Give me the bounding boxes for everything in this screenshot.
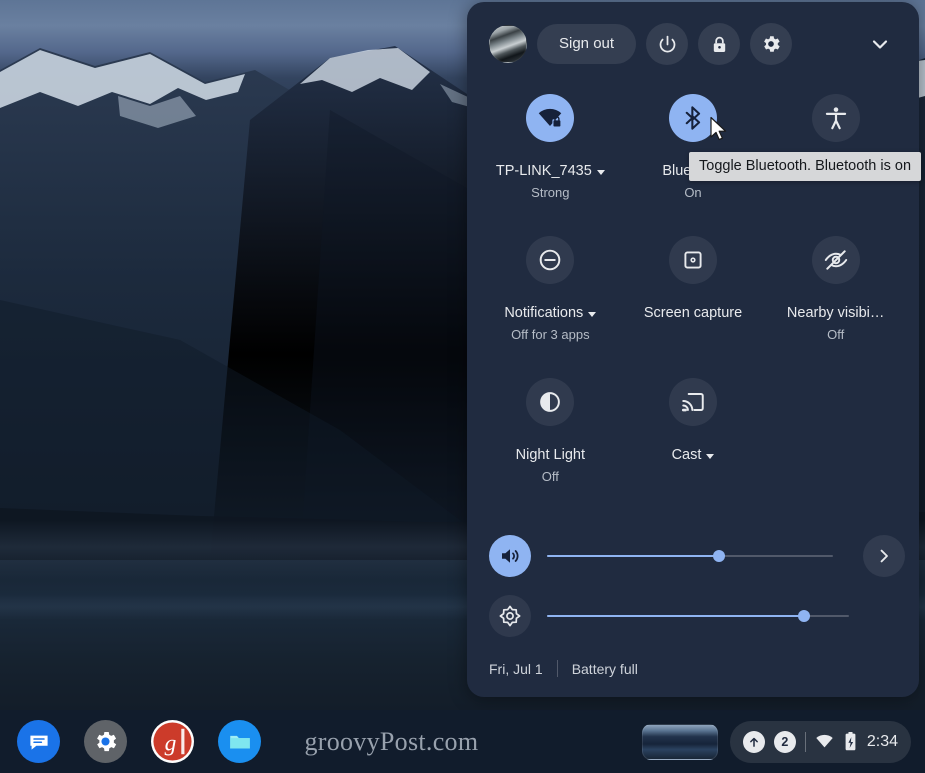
volume-slider-row — [489, 526, 905, 586]
lock-icon — [713, 36, 725, 52]
tile-screen-capture-icon-bg — [668, 236, 717, 284]
notification-count-badge[interactable]: 2 — [773, 730, 796, 753]
tile-screen-capture[interactable]: Screen capture — [622, 230, 765, 362]
groovypost-logo-icon: g — [153, 722, 192, 761]
tile-night-light-label: Night Light — [515, 447, 585, 463]
volume-slider-fill — [547, 555, 719, 557]
quick-settings-header: Sign out — [467, 2, 919, 86]
arrow-up-icon — [749, 737, 758, 747]
tile-notifications-label: Notifications — [504, 305, 584, 321]
lock-screen-button[interactable] — [698, 23, 741, 65]
tile-nearby-icon-bg — [811, 236, 860, 284]
site-watermark: groovyPost.com — [304, 726, 479, 756]
window-preview-thumbnail[interactable] — [641, 723, 718, 760]
files-app-icon[interactable] — [218, 720, 261, 763]
tile-bluetooth-sub: On — [684, 185, 702, 200]
tile-network-label-row: TP-LINK_7435 — [496, 162, 605, 181]
shelf-app-list: g — [0, 720, 261, 763]
audio-settings-button[interactable] — [863, 535, 905, 577]
settings-button[interactable] — [750, 23, 793, 65]
folder-icon — [229, 735, 250, 748]
quick-settings-panel: Sign out TP-LINK_7435 Strong On Notifica… — [467, 2, 922, 697]
collapse-panel-button[interactable] — [859, 23, 901, 65]
tile-notifications[interactable]: Notifications Off for 3 apps — [479, 230, 622, 362]
tile-network-sub: Strong — [531, 185, 570, 200]
battery-charging-icon[interactable] — [843, 731, 858, 752]
tray-divider — [804, 731, 806, 752]
do-not-disturb-icon — [540, 249, 561, 271]
chevron-right-icon — [880, 549, 888, 563]
bluetooth-icon — [685, 106, 701, 130]
tile-night-light-icon-bg — [526, 378, 575, 426]
volume-slider-knob[interactable] — [712, 550, 725, 562]
gear-icon — [764, 36, 780, 52]
chevron-down-icon — [872, 40, 888, 49]
messages-icon — [29, 735, 48, 750]
tile-network[interactable]: TP-LINK_7435 Strong — [479, 88, 622, 220]
shelf-right-area: 2 2:34 — [641, 720, 925, 763]
quick-settings-tiles: TP-LINK_7435 Strong Bluetooth On — [467, 86, 919, 504]
sign-out-button[interactable]: Sign out — [537, 24, 637, 64]
tile-notifications-label-row: Notifications — [504, 304, 597, 323]
power-icon — [659, 35, 675, 52]
status-tray[interactable]: 2 2:34 — [729, 720, 911, 763]
volume-mute-button[interactable] — [489, 535, 531, 577]
wifi-locked-icon — [539, 108, 562, 128]
mouse-cursor — [710, 116, 727, 141]
slider-section — [467, 504, 919, 646]
volume-up-icon — [502, 549, 519, 563]
arrow-up-circle-icon[interactable] — [742, 730, 765, 753]
tile-notifications-sub: Off for 3 apps — [511, 327, 590, 342]
tile-night-light-label-row: Night Light — [516, 446, 585, 465]
avatar[interactable] — [489, 25, 527, 63]
quick-settings-footer: Fri, Jul 1 Battery full — [467, 646, 919, 677]
footer-divider — [556, 660, 558, 677]
wifi-icon[interactable] — [815, 732, 834, 751]
brightness-icon — [499, 605, 521, 627]
tile-accessibility-icon-bg — [811, 94, 860, 142]
groovypost-app-icon[interactable]: g — [151, 720, 194, 763]
tile-nearby-label-row: Nearby visibi… — [787, 304, 885, 323]
tile-night-light[interactable]: Night Light Off — [479, 372, 622, 504]
brightness-slider-knob[interactable] — [797, 610, 810, 622]
tile-cast-icon-bg — [668, 378, 717, 426]
tile-notifications-icon-bg — [526, 236, 575, 284]
tile-network-icon-bg — [526, 94, 575, 142]
tile-nearby-label: Nearby visibi… — [786, 305, 885, 321]
settings-app-icon[interactable] — [84, 720, 127, 763]
night-light-icon — [540, 392, 561, 412]
brightness-button[interactable] — [489, 595, 531, 637]
brightness-slider[interactable] — [547, 609, 849, 623]
date-label[interactable]: Fri, Jul 1 — [489, 661, 543, 677]
battery-status-label[interactable]: Battery full — [572, 661, 638, 677]
tile-night-light-sub: Off — [541, 469, 559, 484]
clock-label[interactable]: 2:34 — [867, 733, 898, 751]
accessibility-icon — [825, 107, 846, 130]
svg-text:g: g — [165, 730, 177, 756]
chevron-down-icon[interactable] — [706, 454, 715, 459]
chevron-down-icon[interactable] — [596, 170, 605, 175]
gear-icon — [97, 731, 117, 752]
eye-off-icon — [824, 250, 847, 270]
tile-screen-capture-label: Screen capture — [643, 305, 743, 321]
tile-cast-label-row: Cast — [672, 446, 715, 465]
brightness-slider-row — [489, 586, 905, 646]
tile-nearby-sub: Off — [827, 327, 845, 342]
messages-app-icon[interactable] — [17, 720, 60, 763]
tile-nearby-visibility[interactable]: Nearby visibi… Off — [764, 230, 907, 362]
screen-capture-icon — [684, 251, 702, 269]
volume-slider[interactable] — [547, 549, 833, 563]
shelf: g groovyPost.com 2 2:34 — [0, 710, 925, 773]
chevron-down-icon[interactable] — [588, 312, 597, 317]
brightness-slider-fill — [547, 615, 804, 617]
power-button[interactable] — [646, 23, 689, 65]
cast-icon — [681, 393, 704, 412]
bluetooth-tooltip: Toggle Bluetooth. Bluetooth is on — [689, 152, 922, 181]
tile-cast[interactable]: Cast — [622, 372, 765, 504]
tile-network-label: TP-LINK_7435 — [495, 163, 592, 179]
tile-cast-label: Cast — [671, 447, 702, 463]
